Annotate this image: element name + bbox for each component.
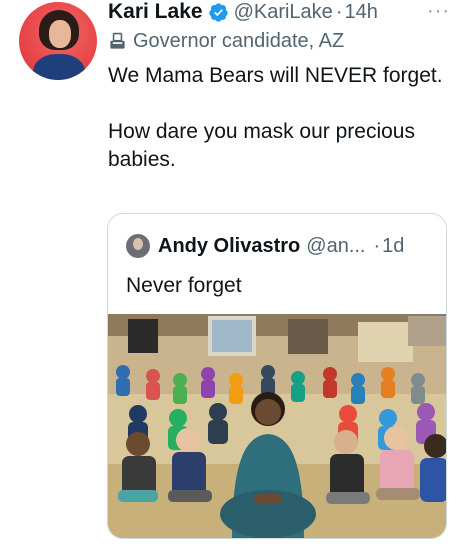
quoted-tweet-time[interactable]: 1d (382, 235, 404, 258)
quoted-author-avatar[interactable] (126, 234, 150, 258)
account-label[interactable]: Governor candidate, AZ (108, 30, 344, 53)
tweet-time[interactable]: 14h (344, 1, 377, 24)
more-options-icon[interactable]: ··· (427, 0, 450, 23)
tweet-header: Kari Lake @KariLake · 14h (108, 0, 378, 24)
tweet-text: We Mama Bears will NEVER forget. How dar… (108, 62, 448, 202)
quoted-tweet[interactable]: Andy Olivastro @an... · 1d Never forget (107, 213, 447, 539)
quoted-author-handle[interactable]: @an... (306, 235, 365, 258)
account-label-text: Governor candidate, AZ (133, 30, 345, 52)
quoted-tweet-header: Andy Olivastro @an... · 1d (126, 234, 404, 258)
author-handle[interactable]: @KariLake (234, 1, 333, 24)
quoted-header-separator: · (373, 234, 381, 257)
ballot-box-icon (110, 32, 125, 49)
quoted-tweet-photo[interactable] (108, 314, 447, 539)
author-name[interactable]: Kari Lake (108, 0, 203, 24)
avatar-face (49, 20, 71, 48)
tweet-text-line-2: How dare you mask our precious babies. (108, 120, 415, 171)
verified-badge-icon (208, 2, 228, 22)
avatar-body (33, 54, 85, 80)
quoted-author-name[interactable]: Andy Olivastro (158, 235, 300, 258)
quoted-tweet-text: Never forget (126, 274, 242, 297)
author-avatar[interactable] (19, 2, 97, 80)
header-separator: · (335, 0, 343, 23)
tweet-text-line-1: We Mama Bears will NEVER forget. (108, 64, 443, 87)
